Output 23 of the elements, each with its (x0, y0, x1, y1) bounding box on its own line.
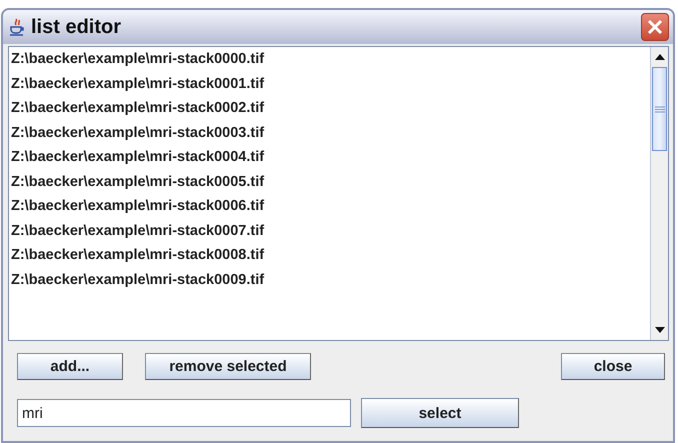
list-item[interactable]: Z:\baecker\example\mri-stack0009.tif (9, 268, 650, 292)
java-cup-icon (9, 18, 25, 36)
list-item[interactable]: Z:\baecker\example\mri-stack0001.tif (9, 72, 650, 96)
window-title: list editor (31, 16, 122, 38)
close-button[interactable]: close (561, 352, 665, 380)
list-item[interactable]: Z:\baecker\example\mri-stack0002.tif (9, 96, 650, 120)
file-list[interactable] (8, 46, 669, 341)
scroll-thumb[interactable] (652, 67, 667, 151)
close-icon[interactable] (641, 13, 669, 41)
down-arrow-icon[interactable] (654, 327, 664, 333)
add-button[interactable]: add... (17, 352, 123, 380)
list-item[interactable]: Z:\baecker\example\mri-stack0003.tif (9, 120, 650, 145)
remove-selected-button[interactable]: remove selected (145, 352, 311, 380)
list-item[interactable]: Z:\baecker\example\mri-stack0007.tif (9, 218, 650, 243)
list-item[interactable]: Z:\baecker\example\mri-stack0005.tif (9, 170, 650, 194)
list-item[interactable]: Z:\baecker\example\mri-stack0004.tif (9, 145, 650, 170)
list-item[interactable]: Z:\baecker\example\mri-stack0000.tif (9, 47, 650, 72)
select-button[interactable]: select (361, 398, 519, 428)
list-item[interactable]: Z:\baecker\example\mri-stack0006.tif (9, 194, 650, 218)
list-item[interactable]: Z:\baecker\example\mri-stack0008.tif (9, 243, 650, 268)
up-arrow-icon[interactable] (654, 54, 664, 60)
scrollbar[interactable] (650, 47, 668, 340)
filter-field[interactable]: mri (17, 399, 351, 427)
